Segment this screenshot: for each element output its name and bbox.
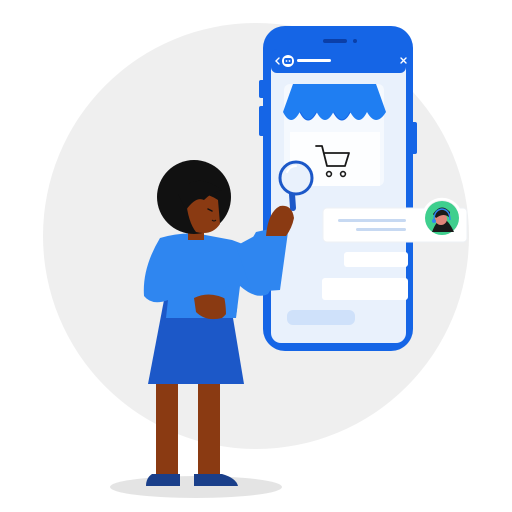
illustration <box>0 0 512 512</box>
right-shoe <box>194 474 238 486</box>
message-input[interactable] <box>287 310 355 325</box>
agent-avatar-icon <box>421 197 463 239</box>
phone-speaker <box>323 39 347 43</box>
scene <box>43 23 469 498</box>
agent-chat-line-1 <box>338 219 406 222</box>
left-shoe <box>146 474 180 486</box>
right-leg <box>198 376 220 480</box>
app-header-title-bar <box>297 59 331 62</box>
bot-icon <box>282 55 294 67</box>
left-leg <box>156 376 178 480</box>
phone-camera <box>353 39 357 43</box>
chat-bubble-reply-2 <box>322 278 408 300</box>
chat-bubble-reply-1 <box>344 252 408 267</box>
agent-chat-line-2 <box>356 228 406 231</box>
